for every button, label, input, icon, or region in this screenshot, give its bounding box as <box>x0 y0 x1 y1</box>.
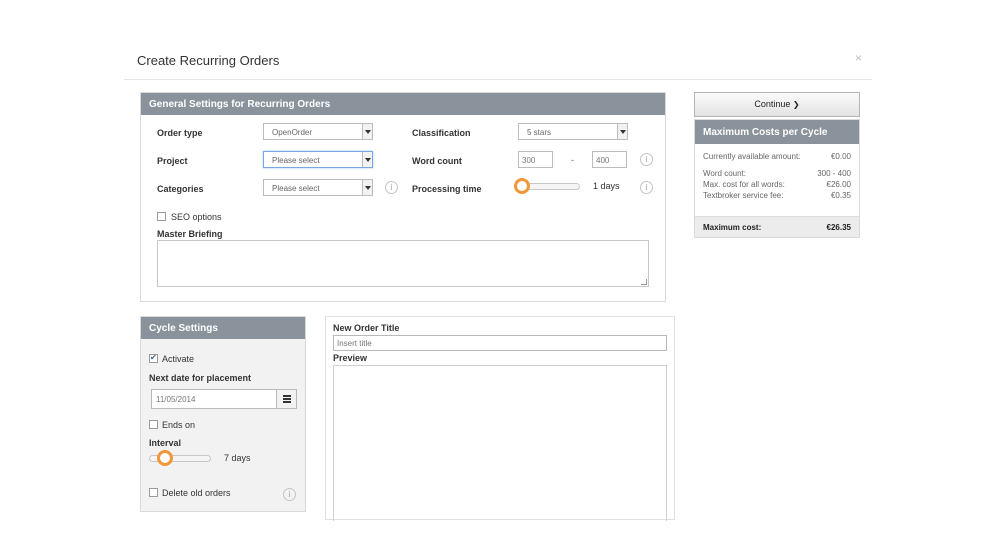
classification-label: Classification <box>412 128 471 138</box>
activate-checkbox[interactable] <box>149 353 158 363</box>
interval-label: Interval <box>149 438 182 448</box>
categories-label: Categories <box>157 184 204 194</box>
master-briefing-textarea[interactable] <box>157 240 649 287</box>
maximum-costs-panel: Maximum Costs per Cycle Currently availa… <box>694 119 860 238</box>
dialog-title: Create Recurring Orders <box>137 53 280 68</box>
order-title-input[interactable] <box>333 335 667 351</box>
cost-row-value: €26.00 <box>826 180 851 189</box>
cost-row-label: Word count: <box>703 169 746 178</box>
interval-value: 7 days <box>224 453 251 463</box>
general-settings-heading: General Settings for Recurring Orders <box>141 93 665 115</box>
chevron-down-icon <box>362 180 372 195</box>
info-icon[interactable]: i <box>385 181 398 194</box>
categories-select[interactable]: Please select <box>263 179 373 196</box>
seo-options-label: SEO options <box>171 212 222 222</box>
master-briefing-label: Master Briefing <box>157 229 223 239</box>
total-value: €26.35 <box>826 223 851 232</box>
maximum-costs-heading: Maximum Costs per Cycle <box>695 120 859 144</box>
next-date-value: 11/05/2014 <box>156 395 196 404</box>
project-label: Project <box>157 156 188 166</box>
project-select[interactable]: Please select <box>263 151 373 168</box>
info-icon[interactable]: i <box>640 181 653 194</box>
continue-button[interactable]: Continue ❯ <box>694 92 860 117</box>
processing-time-value: 1 days <box>593 181 620 191</box>
classification-value: 5 stars <box>527 128 552 137</box>
word-count-separator: - <box>571 155 574 165</box>
cycle-settings-heading: Cycle Settings <box>141 317 305 339</box>
cost-row: Textbroker service fee: €0.35 <box>703 191 851 200</box>
chevron-down-icon <box>362 124 372 139</box>
cost-row-value: 300 - 400 <box>817 169 851 178</box>
processing-time-slider-handle[interactable] <box>514 178 530 194</box>
maximum-cost-total: Maximum cost: €26.35 <box>695 216 859 237</box>
preview-label: Preview <box>333 353 368 363</box>
order-type-value: OpenOrder <box>272 128 313 137</box>
order-title-panel: New Order Title Preview <box>325 316 675 521</box>
cost-row: Max. cost for all words: €26.00 <box>703 180 851 189</box>
cost-row-value: €0.35 <box>830 191 851 200</box>
cost-row-label: Currently available amount: <box>703 152 801 161</box>
chevron-down-icon <box>617 124 627 139</box>
word-count-label: Word count <box>412 156 462 166</box>
seo-options-checkbox[interactable] <box>157 212 166 221</box>
total-label: Maximum cost: <box>703 223 762 232</box>
word-count-max-input[interactable]: 400 <box>592 151 627 168</box>
delete-old-orders-label: Delete old orders <box>162 488 231 498</box>
classification-select[interactable]: 5 stars <box>518 123 628 140</box>
close-icon[interactable]: × <box>855 51 862 65</box>
cost-row-label: Textbroker service fee: <box>703 191 784 200</box>
ends-on-label: Ends on <box>162 420 196 430</box>
next-date-label: Next date for placement <box>149 373 252 383</box>
categories-value: Please select <box>272 184 320 193</box>
calendar-icon[interactable] <box>276 390 296 408</box>
new-order-title-label: New Order Title <box>333 323 400 333</box>
cost-row-value: €0.00 <box>830 152 851 161</box>
processing-time-label: Processing time <box>412 184 482 194</box>
preview-area <box>333 365 667 521</box>
resize-grip-icon[interactable] <box>641 279 647 285</box>
info-icon[interactable]: i <box>640 153 653 166</box>
cost-row: Word count: 300 - 400 <box>703 169 851 178</box>
cycle-settings-panel: Cycle Settings Activate Next date for pl… <box>140 316 306 512</box>
ends-on-checkbox[interactable] <box>149 420 158 429</box>
recurring-orders-dialog: Create Recurring Orders × General Settin… <box>124 40 872 521</box>
info-icon[interactable]: i <box>283 488 296 501</box>
word-count-min-input[interactable]: 300 <box>518 151 553 168</box>
activate-label: Activate <box>162 354 195 364</box>
project-value: Please select <box>272 156 320 165</box>
next-date-input[interactable]: 11/05/2014 <box>151 389 297 409</box>
cost-row: Currently available amount: €0.00 <box>703 152 851 161</box>
order-type-label: Order type <box>157 128 203 138</box>
delete-old-orders-checkbox[interactable] <box>149 488 158 497</box>
dialog-header: Create Recurring Orders × <box>124 40 872 80</box>
general-settings-panel: General Settings for Recurring Orders Or… <box>140 92 666 302</box>
chevron-right-icon: ❯ <box>792 100 800 109</box>
chevron-down-icon <box>362 152 372 167</box>
interval-slider-handle[interactable] <box>157 450 173 466</box>
cost-row-label: Max. cost for all words: <box>703 180 785 189</box>
order-type-select[interactable]: OpenOrder <box>263 123 373 140</box>
continue-label: Continue <box>754 99 791 109</box>
